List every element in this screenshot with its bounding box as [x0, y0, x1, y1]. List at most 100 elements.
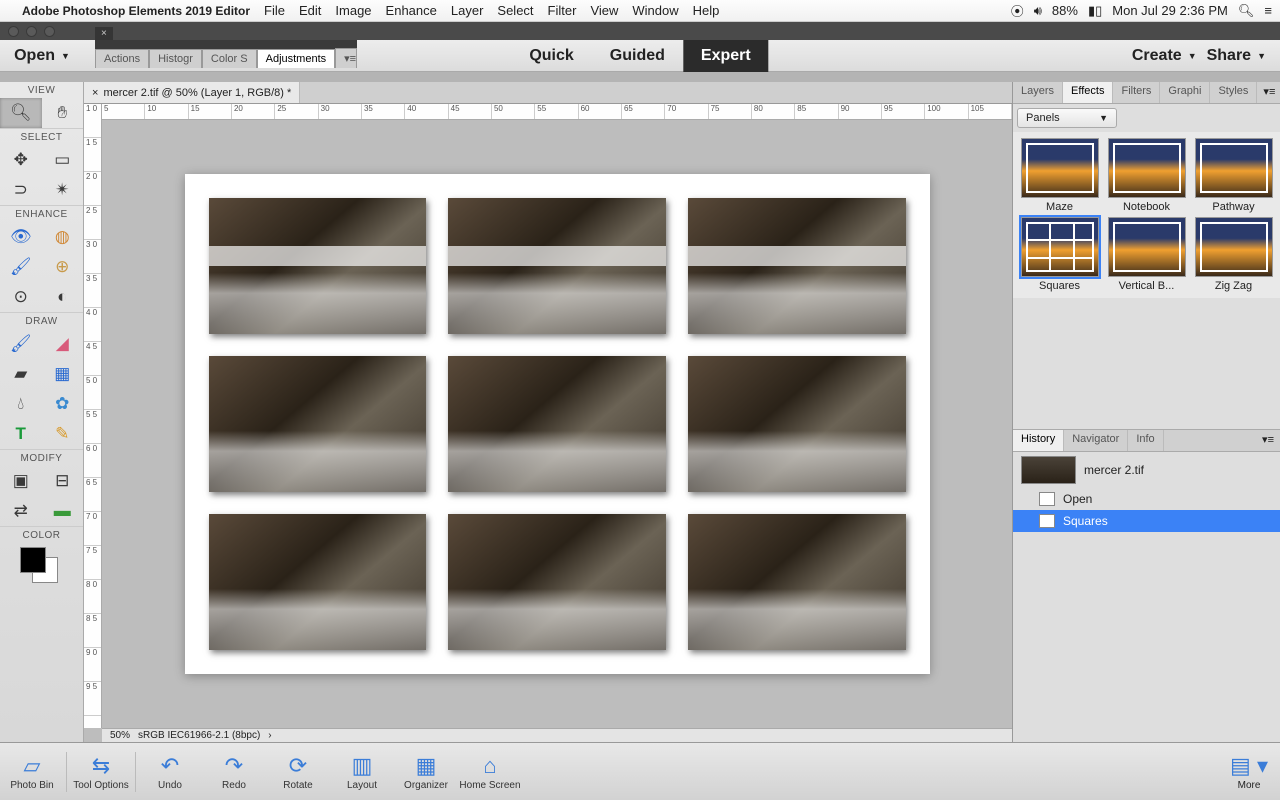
- menu-file[interactable]: File: [264, 3, 285, 18]
- marquee-tool[interactable]: ▭: [42, 145, 84, 175]
- canvas-area[interactable]: [102, 120, 1012, 728]
- more-button[interactable]: ▤ ▾ More: [1230, 752, 1280, 791]
- history-thumb: [1021, 456, 1076, 484]
- close-dot[interactable]: [8, 26, 19, 37]
- document-tab[interactable]: × mercer 2.tif @ 50% (Layer 1, RGB/8) *: [84, 82, 300, 103]
- spotlight-icon[interactable]: 🔍︎: [1238, 3, 1255, 19]
- tool-options-button[interactable]: ⇆Tool Options: [69, 752, 133, 791]
- menu-filter[interactable]: Filter: [548, 3, 577, 18]
- mode-guided[interactable]: Guided: [592, 40, 683, 72]
- zoom-value[interactable]: 50%: [110, 730, 130, 741]
- menu-image[interactable]: Image: [335, 3, 371, 18]
- crop-tool[interactable]: ▣: [0, 466, 42, 496]
- effect-maze[interactable]: Maze: [1017, 138, 1102, 213]
- effect-squares[interactable]: Squares: [1017, 217, 1102, 292]
- menu-view[interactable]: View: [590, 3, 618, 18]
- doc-icon: [1039, 514, 1055, 528]
- magic-wand-tool[interactable]: ✴: [42, 175, 84, 205]
- tab-histogram[interactable]: Histogr: [149, 49, 202, 68]
- home-icon: ⌂: [458, 752, 522, 780]
- menu-select[interactable]: Select: [497, 3, 533, 18]
- effect-notebook[interactable]: Notebook: [1104, 138, 1189, 213]
- panel-menu-icon[interactable]: ▾≡: [1256, 430, 1280, 451]
- shape-tool[interactable]: ✿: [42, 389, 84, 419]
- menu-icon[interactable]: ≡: [1264, 3, 1272, 18]
- smart-brush-tool[interactable]: 🖌︎: [0, 252, 42, 282]
- redeye-tool[interactable]: 👁︎: [0, 222, 42, 252]
- panels-dropdown[interactable]: Panels▼: [1017, 108, 1117, 128]
- rotate-button[interactable]: ⟳Rotate: [266, 752, 330, 791]
- straighten-tool[interactable]: ▬: [42, 496, 84, 526]
- photo-bin-button[interactable]: ▱Photo Bin: [0, 752, 64, 791]
- tab-layers[interactable]: Layers: [1013, 82, 1063, 103]
- tool-section-enhance: ENHANCE: [0, 205, 83, 222]
- effect-vertical-brick[interactable]: Vertical B...: [1104, 217, 1189, 292]
- history-file-row[interactable]: mercer 2.tif: [1013, 452, 1280, 488]
- tab-graphics[interactable]: Graphi: [1160, 82, 1210, 103]
- menu-layer[interactable]: Layer: [451, 3, 484, 18]
- max-dot[interactable]: [44, 26, 55, 37]
- effects-grid: Maze Notebook Pathway Squares Vertical B…: [1013, 132, 1280, 298]
- close-icon[interactable]: ×: [92, 87, 98, 99]
- content-aware-tool[interactable]: ⇄: [0, 496, 42, 526]
- menu-enhance[interactable]: Enhance: [386, 3, 437, 18]
- tab-color-swatches[interactable]: Color S: [202, 49, 257, 68]
- tab-filters[interactable]: Filters: [1113, 82, 1160, 103]
- paint-bucket-tool[interactable]: ▰: [0, 359, 42, 389]
- history-step-open[interactable]: Open: [1013, 488, 1280, 510]
- layout-button[interactable]: ▥Layout: [330, 752, 394, 791]
- menu-edit[interactable]: Edit: [299, 3, 321, 18]
- home-button[interactable]: ⌂Home Screen: [458, 752, 522, 791]
- tab-info[interactable]: Info: [1128, 430, 1163, 451]
- blur-tool[interactable]: ⊙: [0, 282, 42, 312]
- right-panel-tabs: Layers Effects Filters Graphi Styles ▾≡: [1013, 82, 1280, 104]
- clone-stamp-tool[interactable]: ⊕: [42, 252, 84, 282]
- canvas: [185, 174, 930, 674]
- brush-tool[interactable]: 🖌︎: [0, 329, 42, 359]
- panel-menu-icon[interactable]: ▾≡: [1257, 82, 1280, 103]
- history-step-squares[interactable]: Squares: [1013, 510, 1280, 532]
- tab-navigator[interactable]: Navigator: [1064, 430, 1128, 451]
- move-tool[interactable]: ✥: [0, 145, 42, 175]
- panel-menu-icon[interactable]: ▾≡: [335, 48, 357, 68]
- panel-close-icon[interactable]: ×: [95, 27, 113, 40]
- zoom-tool[interactable]: 🔍︎: [0, 98, 42, 128]
- vertical-ruler: 1 01 52 02 53 03 54 04 55 05 56 06 57 07…: [84, 104, 102, 728]
- type-tool[interactable]: T: [0, 419, 42, 449]
- effect-zigzag[interactable]: Zig Zag: [1191, 217, 1276, 292]
- menu-help[interactable]: Help: [693, 3, 720, 18]
- sponge-tool[interactable]: ◐: [42, 282, 84, 312]
- create-button[interactable]: Create▼: [1132, 47, 1197, 65]
- eyedropper-tool[interactable]: 💧︎: [0, 389, 42, 419]
- min-dot[interactable]: [26, 26, 37, 37]
- undo-button[interactable]: ↶Undo: [138, 752, 202, 791]
- mode-quick[interactable]: Quick: [511, 40, 591, 72]
- redo-button[interactable]: ↷Redo: [202, 752, 266, 791]
- hand-tool[interactable]: ✋︎: [42, 98, 84, 128]
- share-button[interactable]: Share▼: [1207, 47, 1266, 65]
- tab-history[interactable]: History: [1013, 430, 1064, 451]
- tab-actions[interactable]: Actions: [95, 49, 149, 68]
- eraser-tool[interactable]: ◢: [42, 329, 84, 359]
- tab-styles[interactable]: Styles: [1210, 82, 1257, 103]
- color-swatch[interactable]: [0, 543, 83, 587]
- tab-adjustments[interactable]: Adjustments: [257, 49, 336, 68]
- pencil-tool[interactable]: ✎: [42, 419, 84, 449]
- canvas-tile: [209, 198, 427, 334]
- volume-icon[interactable]: 🔊︎: [1034, 3, 1042, 19]
- recompose-tool[interactable]: ⊟: [42, 466, 84, 496]
- lasso-tool[interactable]: ⊃: [0, 175, 42, 205]
- spot-heal-tool[interactable]: ◍: [42, 222, 84, 252]
- organizer-button[interactable]: ▦Organizer: [394, 752, 458, 791]
- tab-effects[interactable]: Effects: [1063, 82, 1113, 103]
- layout-icon: ▥: [330, 752, 394, 780]
- redo-icon: ↷: [202, 752, 266, 780]
- mode-expert[interactable]: Expert: [683, 40, 769, 72]
- open-button[interactable]: Open▼: [0, 40, 84, 72]
- wifi-icon[interactable]: ⦿: [1011, 1, 1024, 20]
- effect-pathway[interactable]: Pathway: [1191, 138, 1276, 213]
- gradient-tool[interactable]: ▦: [42, 359, 84, 389]
- canvas-tile: [688, 198, 906, 334]
- chevron-right-icon[interactable]: ›: [268, 730, 271, 741]
- menu-window[interactable]: Window: [632, 3, 678, 18]
